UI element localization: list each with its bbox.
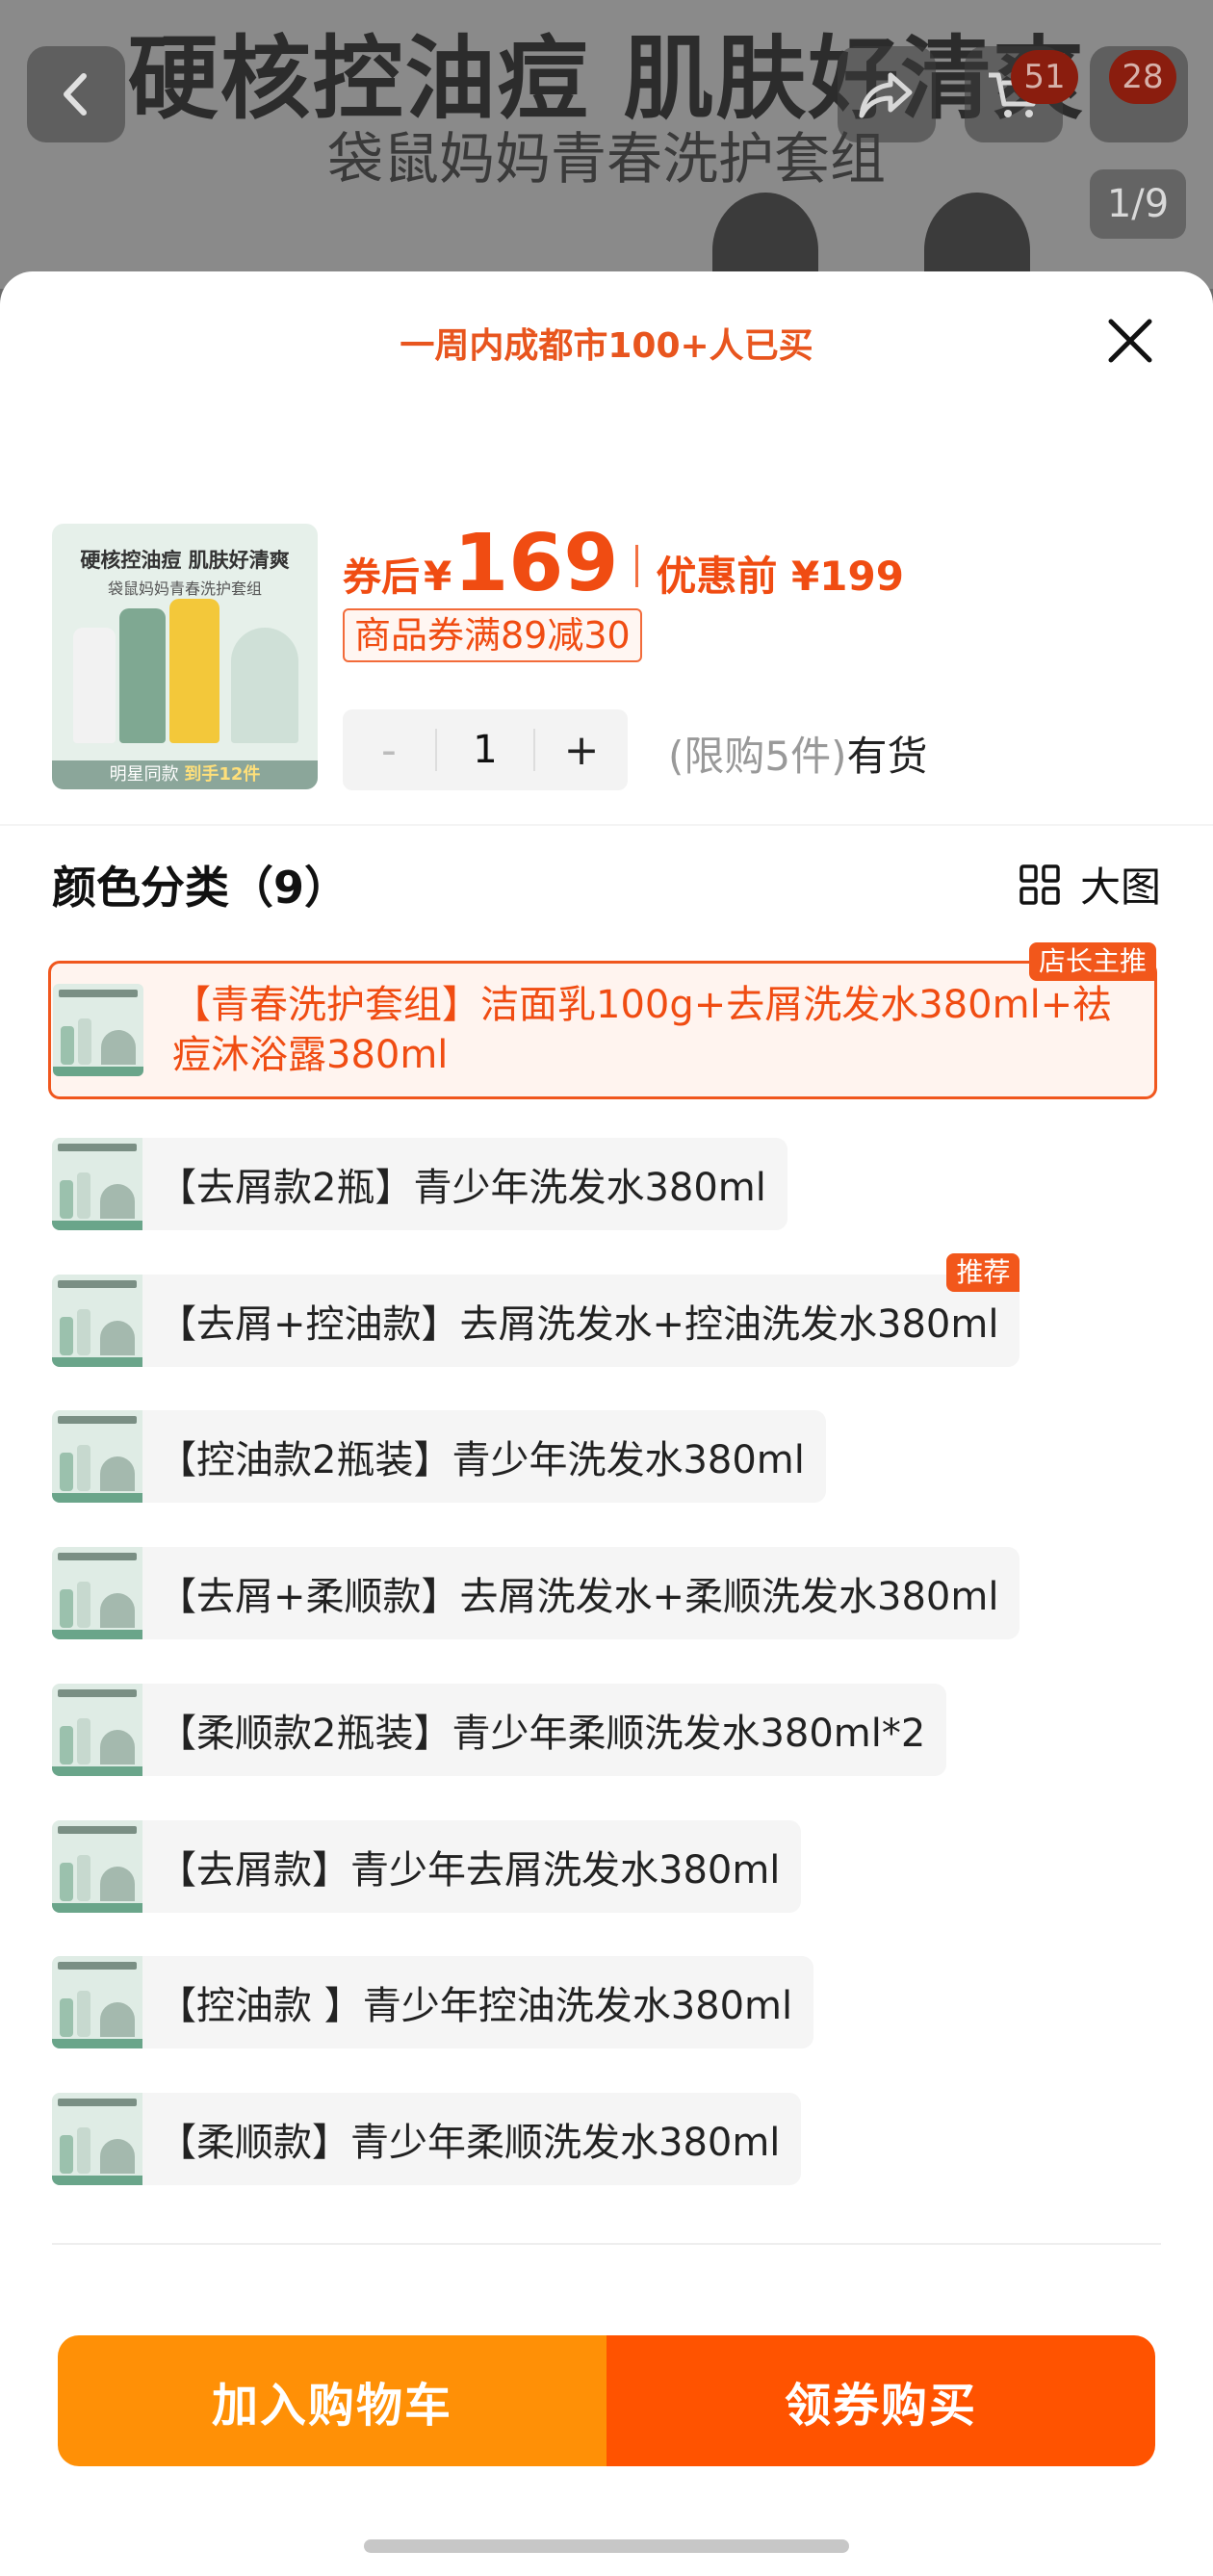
stock-status: (限购5件)有货	[668, 724, 928, 783]
claim-coupon-buy-button[interactable]: 领券购买	[606, 2335, 1155, 2466]
add-to-cart-button[interactable]: 加入购物车	[58, 2335, 606, 2466]
variant-option[interactable]: 【去屑+柔顺款】去屑洗发水+柔顺洗发水380ml	[52, 1547, 1020, 1639]
decrease-quantity-button[interactable]: -	[343, 709, 435, 790]
purchase-limit: (限购5件)	[668, 733, 847, 780]
price-separator	[635, 545, 639, 587]
price-row: 券后 ¥ 169 优惠前 ¥199	[343, 518, 904, 614]
social-proof-text: 一周内成都市100+人已买	[400, 326, 813, 366]
cart-count-badge: 51	[1011, 50, 1078, 104]
variant-option[interactable]: 【控油款2瓶装】青少年洗发水380ml	[52, 1410, 826, 1503]
variant-option[interactable]: 【去屑+控油款】去屑洗发水+控油洗发水380ml 推荐	[52, 1253, 1020, 1367]
variant-label: 【柔顺款】青少年柔顺洗发水380ml	[158, 2121, 781, 2165]
variant-thumbnail	[53, 984, 143, 1076]
product-bottle	[119, 608, 166, 743]
chevron-left-icon	[64, 73, 87, 116]
variant-option[interactable]: 【去屑款2瓶】青少年洗发水380ml	[52, 1138, 787, 1230]
currency-symbol: ¥	[424, 553, 452, 600]
divider	[0, 824, 1213, 826]
variant-option[interactable]: 【柔顺款2瓶装】青少年柔顺洗发水380ml*2	[52, 1684, 947, 1776]
variant-option[interactable]: 【控油款 】青少年控油洗发水380ml	[52, 1956, 814, 2048]
share-icon	[859, 72, 913, 118]
action-bar: 加入购物车 领券购买	[58, 2335, 1155, 2466]
image-counter: 1/9	[1090, 169, 1186, 239]
close-icon	[1108, 319, 1152, 363]
product-bottle	[169, 599, 219, 743]
home-indicator[interactable]	[364, 2539, 849, 2553]
after-coupon-label: 券后	[343, 555, 420, 600]
variant-label: 【去屑+柔顺款】去屑洗发水+柔顺洗发水380ml	[158, 1575, 999, 1619]
quantity-value[interactable]: 1	[435, 729, 535, 771]
store-pick-tag: 店长主推	[1028, 942, 1156, 981]
back-button[interactable]	[27, 46, 125, 142]
variant-thumbnail	[52, 1547, 142, 1639]
quantity-stepper: - 1 +	[343, 709, 628, 790]
after-coupon-price: 169	[453, 518, 619, 609]
share-button[interactable]	[838, 46, 936, 142]
product-page-background: 硬核控油痘 肌肤好清爽 袋鼠妈妈青春洗护套组 51 28 1/9	[0, 0, 1213, 289]
product-thumbnail[interactable]: 硬核控油痘 肌肤好清爽 袋鼠妈妈青春洗护套组 明星同款 到手12件	[52, 524, 318, 789]
variant-thumbnail	[52, 1956, 142, 2048]
variant-option-selected[interactable]: 【青春洗护套组】洁面乳100g+去屑洗发水380ml+祛痘沐浴露380ml 店长…	[48, 942, 1157, 1099]
thumbnail-headline: 硬核控油痘 肌肤好清爽	[80, 549, 290, 572]
recommended-tag: 推荐	[946, 1253, 1020, 1292]
big-image-label: 大图	[1079, 863, 1161, 911]
variant-thumbnail	[52, 2093, 142, 2185]
variant-label: 【控油款2瓶装】青少年洗发水380ml	[158, 1438, 805, 1482]
variant-label: 【柔顺款2瓶装】青少年柔顺洗发水380ml*2	[158, 1712, 926, 1756]
thumbnail-footer: 明星同款 到手12件	[52, 760, 318, 789]
coupon-badge: 商品券满89减30	[343, 608, 642, 662]
model-group	[231, 628, 298, 743]
close-button[interactable]	[1099, 310, 1161, 372]
variant-option[interactable]: 【去屑款】青少年去屑洗发水380ml	[52, 1820, 802, 1913]
variant-thumbnail	[52, 1275, 142, 1367]
variant-option[interactable]: 【柔顺款】青少年柔顺洗发水380ml	[52, 2093, 802, 2185]
variant-thumbnail	[52, 1684, 142, 1776]
grid-icon	[1019, 863, 1060, 905]
increase-quantity-button[interactable]: +	[535, 709, 628, 790]
variant-thumbnail	[52, 1410, 142, 1503]
thumbnail-footer-prefix: 明星同款	[109, 764, 179, 785]
sku-selection-sheet: 一周内成都市100+人已买 硬核控油痘 肌肤好清爽 袋鼠妈妈青春洗护套组 明星同…	[0, 271, 1213, 2576]
thumbnail-subline: 袋鼠妈妈青春洗护套组	[107, 580, 262, 598]
variant-label: 【青春洗护套组】洁面乳100g+去屑洗发水380ml+祛痘沐浴露380ml	[172, 983, 1112, 1077]
big-image-toggle[interactable]: 大图	[1019, 855, 1161, 914]
variant-label: 【去屑款】青少年去屑洗发水380ml	[158, 1848, 781, 1893]
product-bottle	[73, 628, 116, 743]
variant-label: 【去屑款2瓶】青少年洗发水380ml	[158, 1166, 766, 1210]
divider	[52, 2243, 1161, 2245]
variant-thumbnail	[52, 1138, 142, 1230]
variant-label: 【控油款 】青少年控油洗发水380ml	[158, 1984, 793, 2028]
message-count-badge: 28	[1109, 50, 1176, 104]
variant-label: 【去屑+控油款】去屑洗发水+控油洗发水380ml	[158, 1302, 999, 1347]
thumbnail-footer-highlight: 到手12件	[184, 764, 261, 785]
availability: 有货	[846, 733, 928, 780]
variant-thumbnail	[52, 1820, 142, 1913]
variant-section-title: 颜色分类（9）	[52, 862, 349, 914]
before-discount-price: 优惠前 ¥199	[656, 553, 904, 600]
